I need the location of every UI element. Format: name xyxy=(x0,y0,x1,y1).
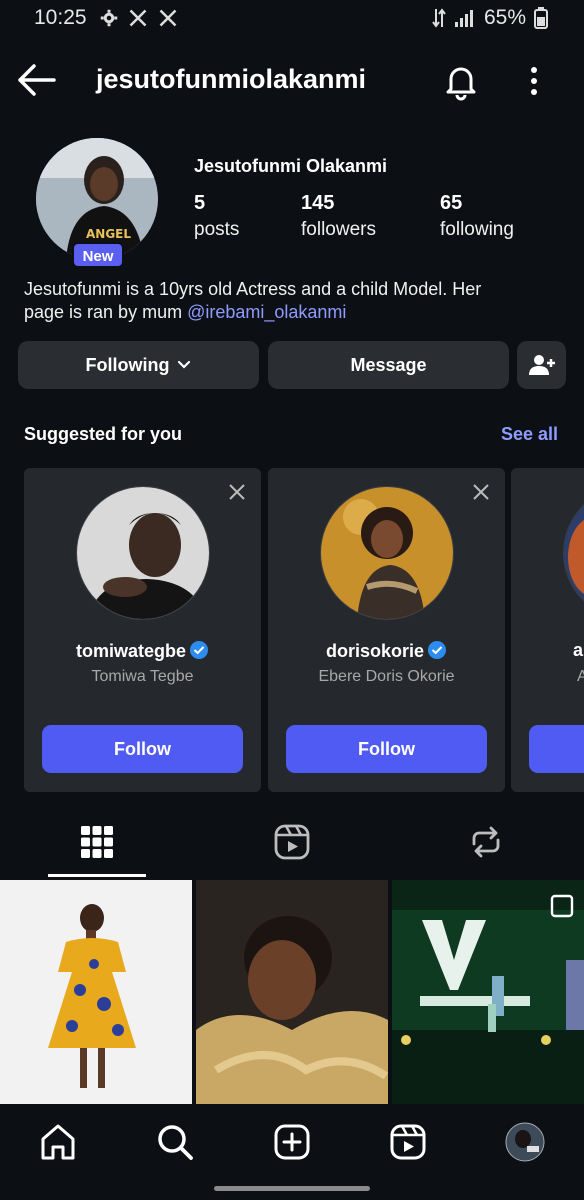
chevron-down-icon xyxy=(178,360,191,369)
more-options-icon[interactable] xyxy=(516,60,552,102)
battery-icon xyxy=(534,7,548,29)
verified-badge-icon xyxy=(428,641,447,659)
suggested-avatar[interactable] xyxy=(75,486,210,620)
stat-posts[interactable]: 5 posts xyxy=(194,192,239,241)
stat-followers-label: followers xyxy=(301,219,376,240)
suggested-card[interactable]: tomiwategbe Tomiwa Tegbe Follow xyxy=(24,468,261,792)
message-button[interactable]: Message xyxy=(268,341,509,389)
profile-avatar-icon[interactable] xyxy=(505,1122,545,1162)
suggested-username: tomiwategbe xyxy=(24,640,261,662)
post-image xyxy=(0,880,192,1104)
suggested-avatar-photo xyxy=(564,487,584,619)
suggested-username: dorisokorie xyxy=(268,640,505,662)
post-thumbnail[interactable] xyxy=(0,880,192,1104)
suggested-avatar-photo xyxy=(320,487,453,619)
suggested-card-partial[interactable]: a A xyxy=(511,468,584,792)
home-icon[interactable] xyxy=(38,1122,78,1162)
profile-header: jesutofunmiolakanmi xyxy=(0,52,584,110)
profile-full-name: Jesutofunmi Olakanmi xyxy=(194,156,388,176)
back-arrow-icon[interactable] xyxy=(14,60,58,100)
settings-gear-icon xyxy=(100,9,118,27)
suggested-avatar-photo xyxy=(76,487,209,619)
stat-followers-count: 145 xyxy=(301,192,335,214)
see-all-link[interactable]: See all xyxy=(501,424,558,445)
post-thumbnail[interactable] xyxy=(196,880,388,1104)
following-button[interactable]: Following xyxy=(18,341,259,389)
x-app-icon-2 xyxy=(159,9,177,27)
dismiss-close-icon[interactable] xyxy=(227,482,247,502)
follow-button[interactable] xyxy=(529,725,584,773)
add-person-icon xyxy=(528,355,555,375)
active-tab-indicator xyxy=(48,874,146,877)
suggested-real-name: A xyxy=(577,668,584,685)
suggested-username-text: dorisokorie xyxy=(325,641,425,661)
following-button-label: Following xyxy=(85,354,170,375)
bio-mention-link[interactable]: @irebami_olakanmi xyxy=(187,302,346,322)
stat-following-count: 65 xyxy=(440,192,463,214)
stat-followers[interactable]: 145 followers xyxy=(301,192,376,241)
follow-button[interactable]: Follow xyxy=(286,725,487,773)
stat-posts-count: 5 xyxy=(194,192,206,214)
add-user-button[interactable] xyxy=(517,341,566,389)
profile-avatar-container[interactable]: ANGEL New xyxy=(36,138,158,268)
reels-tab-icon[interactable] xyxy=(272,822,312,862)
home-indicator xyxy=(214,1186,370,1191)
status-time: 10:25 xyxy=(34,6,87,29)
create-post-icon[interactable] xyxy=(272,1122,312,1162)
dismiss-close-icon[interactable] xyxy=(471,482,491,502)
signal-icon xyxy=(454,10,473,27)
reposts-tab-icon[interactable] xyxy=(466,822,506,862)
stat-following-label: following xyxy=(440,219,514,240)
search-icon[interactable] xyxy=(155,1122,195,1162)
header-username: jesutofunmiolakanmi xyxy=(96,64,367,94)
profile-bio: Jesutofunmi is a 10yrs old Actress and a… xyxy=(24,278,564,324)
stat-following[interactable]: 65 following xyxy=(440,192,514,241)
bio-line-2: page is ran by mum xyxy=(24,302,188,322)
svg-text:ANGEL: ANGEL xyxy=(86,227,131,241)
suggested-username-text: tomiwategbe xyxy=(75,641,186,661)
post-image xyxy=(392,880,584,1104)
grid-posts-icon[interactable] xyxy=(77,822,117,862)
battery-percent: 65% xyxy=(483,6,526,29)
suggested-username: a xyxy=(573,640,584,660)
bell-icon[interactable] xyxy=(440,60,482,102)
data-arrows-icon xyxy=(432,8,446,28)
verified-badge-icon xyxy=(190,641,208,659)
status-bar: 10:25 65% xyxy=(0,0,584,40)
stat-posts-label: posts xyxy=(194,219,240,240)
post-image xyxy=(196,880,388,1104)
suggested-card[interactable]: dorisokorie Ebere Doris Okorie Follow xyxy=(268,468,505,792)
suggested-avatar[interactable] xyxy=(563,486,584,620)
message-button-label: Message xyxy=(350,354,427,375)
x-app-icon xyxy=(129,9,147,27)
post-thumbnail[interactable] xyxy=(392,880,584,1104)
suggested-avatar[interactable] xyxy=(319,486,454,620)
posts-grid xyxy=(0,880,584,1104)
profile-tabs xyxy=(0,810,584,878)
suggested-real-name: Tomiwa Tegbe xyxy=(91,668,194,685)
suggested-title: Suggested for you xyxy=(24,424,183,444)
follow-button[interactable]: Follow xyxy=(42,725,243,773)
new-badge[interactable]: New xyxy=(72,242,124,268)
suggested-real-name: Ebere Doris Okorie xyxy=(318,668,455,685)
reels-icon[interactable] xyxy=(388,1122,428,1162)
bio-line-1: Jesutofunmi is a 10yrs old Actress and a… xyxy=(24,279,482,299)
